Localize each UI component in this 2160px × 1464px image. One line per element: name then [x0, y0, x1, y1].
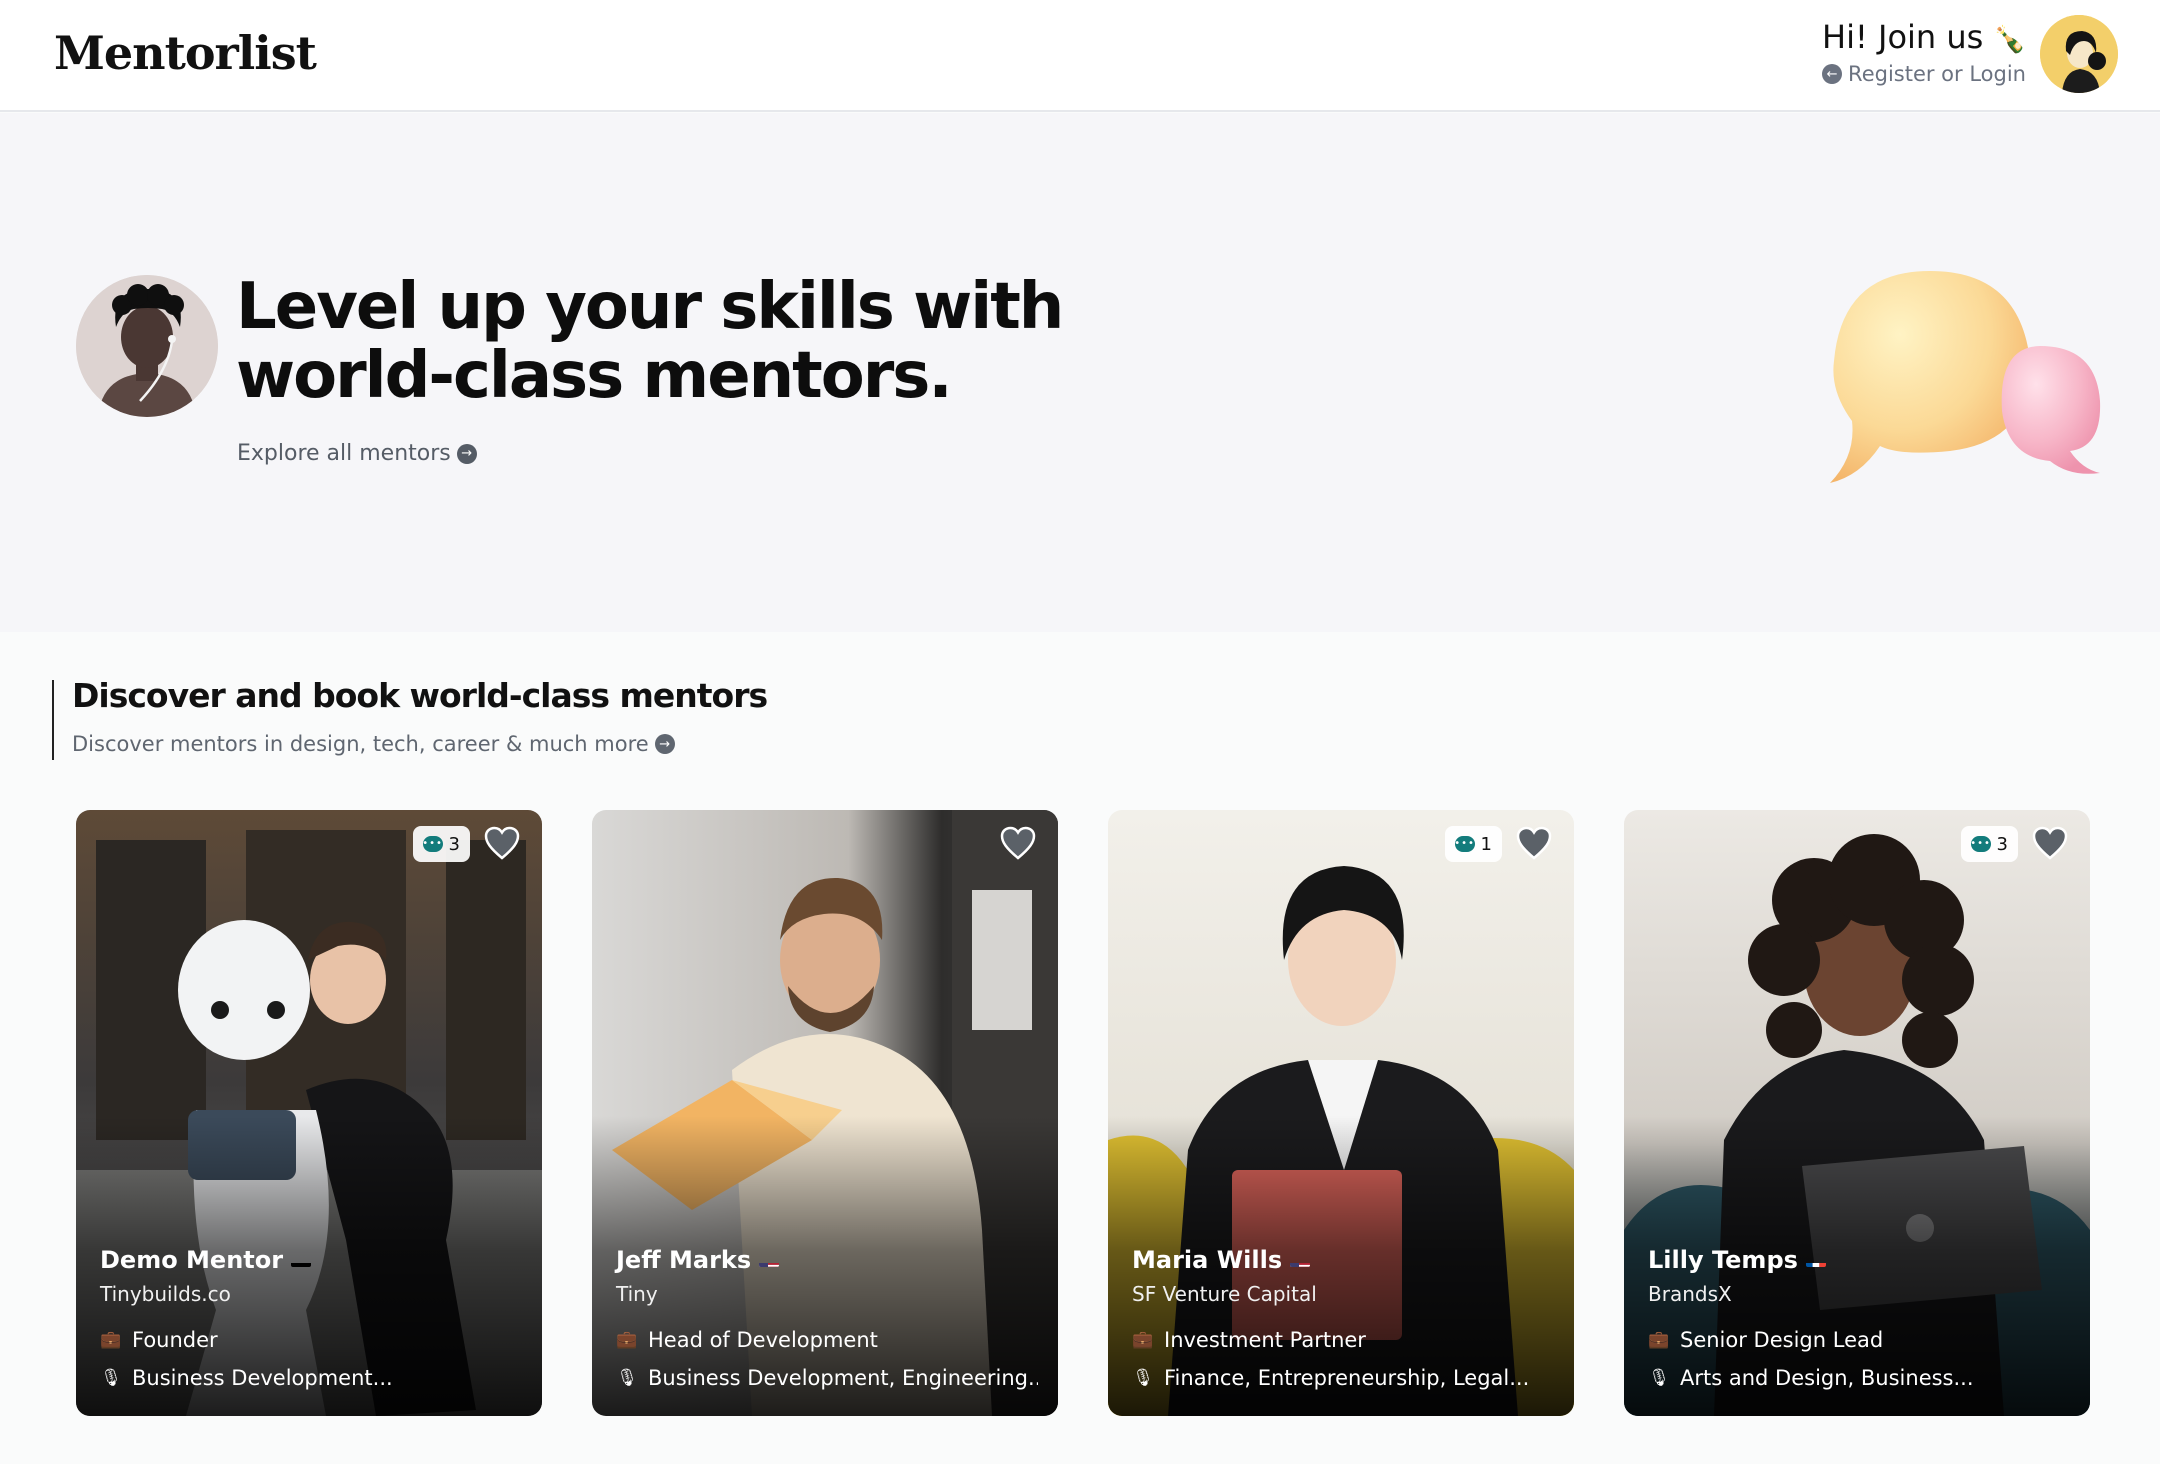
mentor-role: 💼 Founder — [100, 1328, 522, 1352]
review-count: 1 — [1480, 833, 1492, 855]
mentor-role: 💼 Head of Development — [616, 1328, 1038, 1352]
mentor-name-text: Lilly Temps — [1648, 1246, 1798, 1274]
mentor-card[interactable]: ••• 1 Maria Wills SF Venture Capital 💼 I… — [1108, 810, 1574, 1416]
mentor-info: Jeff Marks Tiny 💼 Head of Development 🎙 … — [616, 1246, 1038, 1390]
briefcase-icon: 💼 — [100, 1330, 122, 1350]
champagne-icon: 🍾 — [1993, 25, 2026, 55]
chat-bubble-icon: ••• — [422, 836, 443, 852]
top-navigation-bar: Mentorlist Hi! Join us 🍾 ← Register or L… — [0, 0, 2160, 112]
mentor-role: 💼 Investment Partner — [1132, 1328, 1554, 1352]
arrow-circle-right-icon: → — [456, 443, 477, 464]
avatar[interactable] — [2040, 15, 2118, 93]
mentor-role-text: Senior Design Lead — [1680, 1328, 1884, 1352]
register-login-text: Register or Login — [1848, 62, 2026, 86]
mentor-company: SF Venture Capital — [1132, 1282, 1317, 1306]
briefcase-icon: 💼 — [616, 1330, 638, 1350]
section-title: Discover and book world-class mentors — [72, 676, 768, 715]
mentor-topics-text: Arts and Design, Business... — [1680, 1366, 1974, 1390]
explore-mentors-link[interactable]: Explore all mentors → — [237, 441, 477, 466]
review-count-badge[interactable]: ••• 3 — [1960, 826, 2018, 862]
mentor-info: Lilly Temps BrandsX 💼 Senior Design Lead… — [1648, 1246, 2070, 1390]
join-title-text: Hi! Join us — [1822, 18, 1984, 56]
mentor-name-text: Maria Wills — [1132, 1246, 1283, 1274]
review-count: 3 — [1996, 833, 2008, 855]
review-count-badge[interactable]: ••• 1 — [1444, 826, 1502, 862]
mentor-company: Tinybuilds.co — [100, 1282, 231, 1306]
us-flag-icon — [1290, 1254, 1311, 1267]
speech-bubbles-illustration — [1820, 251, 2110, 491]
mentor-topics-text: Business Development... — [132, 1366, 393, 1390]
france-flag-icon — [1805, 1254, 1826, 1267]
mentor-name-text: Jeff Marks — [616, 1246, 752, 1274]
register-login-link[interactable]: ← Register or Login — [1822, 62, 2026, 86]
us-flag-icon — [759, 1254, 780, 1267]
microphone-icon: 🎙 — [1648, 1368, 1670, 1388]
logo[interactable]: Mentorlist — [54, 26, 317, 80]
mentor-name-text: Demo Mentor — [100, 1246, 284, 1274]
heart-icon[interactable] — [2032, 826, 2068, 860]
mentor-name: Lilly Temps — [1648, 1246, 2070, 1274]
arrow-circle-right-icon: → — [654, 734, 675, 754]
review-count-badge[interactable]: ••• 3 — [412, 826, 470, 862]
mentor-topics-text: Finance, Entrepreneurship, Legal... — [1164, 1366, 1530, 1390]
mentor-company: Tiny — [616, 1282, 658, 1306]
hero-title: Level up your skills with world-class me… — [236, 270, 1064, 413]
mentor-topics: 🎙 Business Development... — [100, 1366, 522, 1390]
mentor-role-text: Investment Partner — [1164, 1328, 1366, 1352]
hero-section: Level up your skills with world-class me… — [0, 113, 2160, 632]
microphone-icon: 🎙 — [100, 1368, 122, 1388]
join-title: Hi! Join us 🍾 — [1822, 18, 2026, 56]
section-subtitle: Discover mentors in design, tech, career… — [72, 732, 649, 756]
mentor-info: Demo Mentor Tinybuilds.co 💼 Founder 🎙 Bu… — [100, 1246, 522, 1390]
mentor-topics-text: Business Development, Engineering... — [648, 1366, 1038, 1390]
germany-flag-icon — [291, 1254, 312, 1267]
mentor-card[interactable]: Jeff Marks Tiny 💼 Head of Development 🎙 … — [592, 810, 1058, 1416]
briefcase-icon: 💼 — [1648, 1330, 1670, 1350]
discover-mentors-link[interactable]: Discover mentors in design, tech, career… — [72, 732, 675, 756]
heart-icon[interactable] — [1516, 826, 1552, 860]
chat-bubble-icon: ••• — [1970, 836, 1991, 852]
heart-icon[interactable] — [484, 826, 520, 860]
microphone-icon: 🎙 — [616, 1368, 638, 1388]
mentor-role-text: Head of Development — [648, 1328, 878, 1352]
briefcase-icon: 💼 — [1132, 1330, 1154, 1350]
mentor-illustration-avatar — [76, 275, 218, 417]
mentor-card[interactable]: ••• 3 Lilly Temps BrandsX 💼 Senior Desig… — [1624, 810, 2090, 1416]
mentor-role-text: Founder — [132, 1328, 218, 1352]
join-prompt[interactable]: Hi! Join us 🍾 ← Register or Login — [1822, 18, 2026, 86]
mentor-role: 💼 Senior Design Lead — [1648, 1328, 2070, 1352]
review-count: 3 — [448, 833, 460, 855]
mentor-topics: 🎙 Finance, Entrepreneurship, Legal... — [1132, 1366, 1554, 1390]
explore-mentors-text: Explore all mentors — [237, 441, 451, 466]
mentor-info: Maria Wills SF Venture Capital 💼 Investm… — [1132, 1246, 1554, 1390]
arrow-circle-left-icon: ← — [1822, 64, 1843, 84]
mentor-name: Maria Wills — [1132, 1246, 1554, 1274]
microphone-icon: 🎙 — [1132, 1368, 1154, 1388]
section-accent-bar — [52, 680, 54, 760]
mentor-company: BrandsX — [1648, 1282, 1732, 1306]
mentor-topics: 🎙 Arts and Design, Business... — [1648, 1366, 2070, 1390]
mentor-card[interactable]: ••• 3 Demo Mentor Tinybuilds.co 💼 Founde… — [76, 810, 542, 1416]
heart-icon[interactable] — [1000, 826, 1036, 860]
mentor-name: Demo Mentor — [100, 1246, 522, 1274]
mentor-topics: 🎙 Business Development, Engineering... — [616, 1366, 1038, 1390]
mentor-name: Jeff Marks — [616, 1246, 1038, 1274]
chat-bubble-icon: ••• — [1454, 836, 1475, 852]
